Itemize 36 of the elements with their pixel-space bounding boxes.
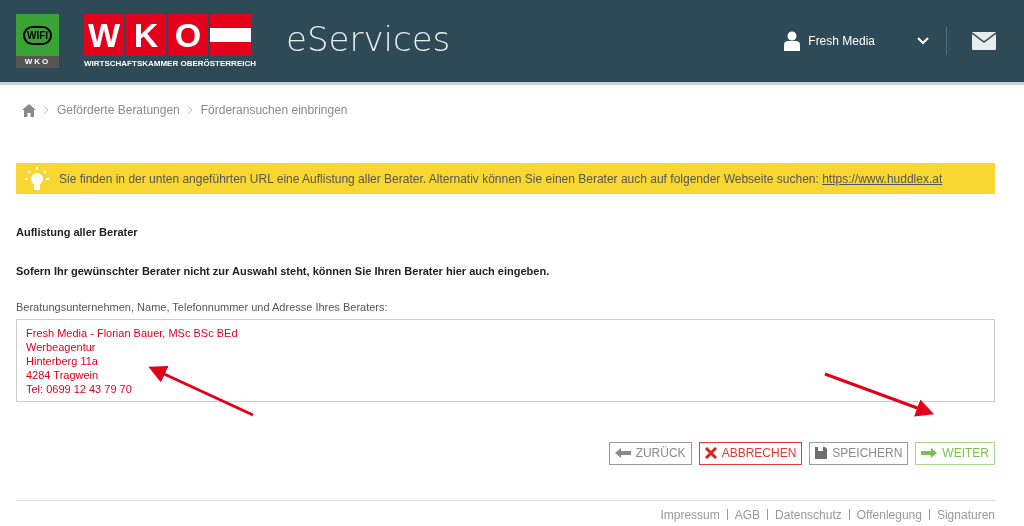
chevron-right-icon (44, 106, 49, 114)
flag-icon (210, 14, 251, 56)
logo-letter: K (126, 14, 166, 56)
footer-link[interactable]: Signaturen (936, 505, 995, 524)
footer-link[interactable]: Offenlegung (856, 505, 922, 524)
notice-text: Sie finden in der unten angeführten URL eine Auflistung aller Berater. Alternativ können Sie einen Berater auch auf folgender Webseite suchen: https://www.huddlex.at (59, 170, 943, 188)
footer-link[interactable]: AGB (734, 505, 761, 524)
user-menu-button[interactable]: Fresh Media (784, 31, 933, 51)
footer-link[interactable]: Datenschutz (775, 505, 842, 524)
input-field[interactable]: Fresh Media - Florian Bauer, MSc BSc BEd Werbeagentur Hinterberg 11a 4284 Tragwein Tel: 0699 12 43 79 70 (16, 318, 995, 402)
logo-subtitle: WIRTSCHAFTSKAMMER OBERÖSTERREICH (84, 59, 257, 68)
app-title: eServices (286, 17, 451, 61)
user-icon (784, 31, 801, 51)
right-arrow-icon (921, 448, 938, 458)
section-title: Auflistung aller Berater (16, 225, 139, 240)
envelope-icon (972, 32, 996, 50)
instruction-text: Sofern Ihr gewünschter Berater nicht zur Auswahl steht, können Sie Ihren Berater hier auch eingeben. (16, 263, 551, 279)
chevron-right-icon (187, 106, 193, 114)
footer-link[interactable]: Impressum (660, 505, 720, 524)
logo-text: WIFI (22, 25, 53, 45)
action-button[interactable]: ZURÜCK (608, 441, 692, 465)
breadcrumb-link[interactable]: Geförderte Beratungen (57, 101, 180, 119)
home-icon[interactable] (22, 103, 36, 117)
action-button[interactable]: SPEICHERN (809, 441, 909, 465)
left-arrow-icon (614, 448, 631, 458)
website-link[interactable]: https://www.huddlex.at (822, 171, 943, 186)
lightbulb-icon (24, 165, 50, 192)
action-button[interactable]: WEITER (915, 441, 995, 465)
breadcrumb-link[interactable]: Förderansuchen einbringen (200, 101, 348, 119)
logo-letter: O (168, 14, 208, 56)
action-button[interactable]: ABBRECHEN (698, 441, 803, 465)
field-label: Beratungsunternehmen, Name, Telefonnummer und Adresse Ihres Beraters: (16, 300, 389, 315)
chevron-down-icon (917, 37, 929, 45)
logo-letter: W (84, 14, 124, 56)
logo-text: WKO (24, 58, 51, 66)
close-icon (704, 447, 717, 459)
